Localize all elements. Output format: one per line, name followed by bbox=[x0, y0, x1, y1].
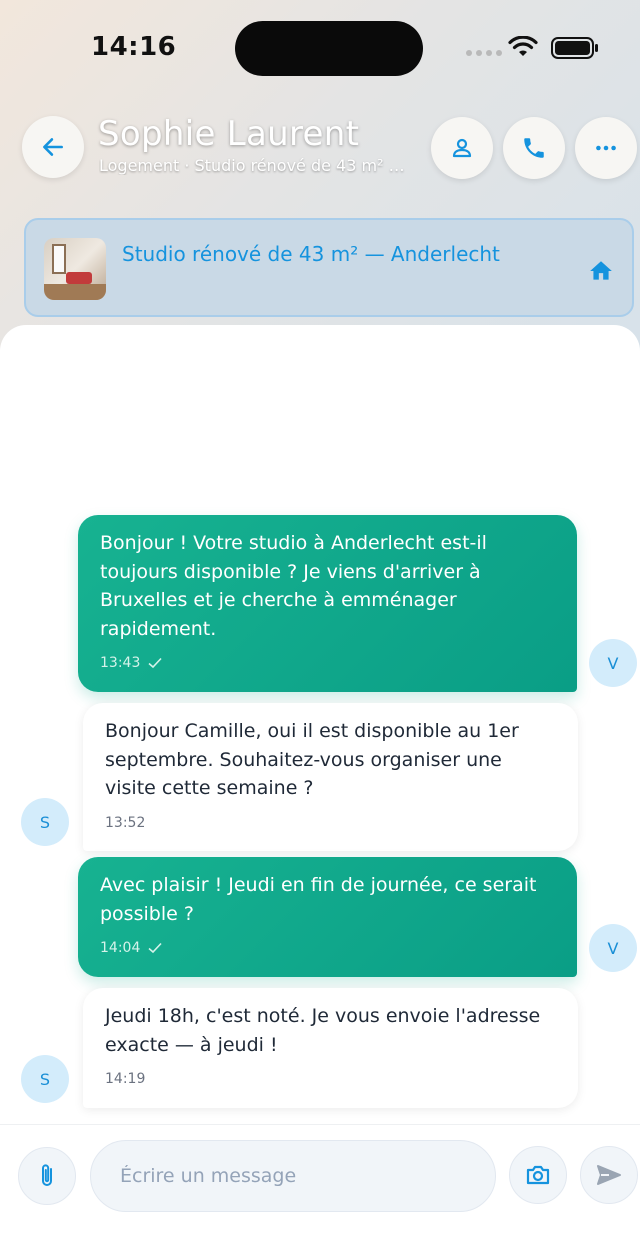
paperclip-icon bbox=[42, 1164, 52, 1186]
message-composer bbox=[0, 1124, 640, 1235]
message-list[interactable]: Bonjour ! Votre studio à Anderlecht est-… bbox=[0, 325, 640, 1125]
attach-button[interactable] bbox=[18, 1147, 76, 1205]
message-meta: 13:43 bbox=[100, 649, 555, 678]
listing-title: Studio rénové de 43 m² — Anderlecht bbox=[122, 242, 500, 266]
contact-name: Sophie Laurent bbox=[98, 114, 360, 154]
wifi-icon bbox=[508, 36, 538, 56]
avatar: V bbox=[589, 639, 637, 687]
home-icon bbox=[590, 261, 612, 280]
profile-button[interactable] bbox=[431, 117, 493, 179]
dynamic-island bbox=[235, 21, 423, 76]
check-icon bbox=[148, 658, 162, 669]
message-bubble-incoming: Jeudi 18h, c'est noté. Je vous envoie l'… bbox=[83, 988, 578, 1108]
avatar: V bbox=[589, 924, 637, 972]
message-text: Bonjour Camille, oui il est disponible a… bbox=[105, 720, 519, 799]
message-time: 14:19 bbox=[105, 1071, 146, 1087]
more-horizontal-icon bbox=[596, 145, 616, 151]
message-bubble-incoming: Bonjour Camille, oui il est disponible a… bbox=[83, 703, 578, 851]
phone-icon bbox=[524, 138, 544, 158]
message-time: 14:04 bbox=[100, 940, 141, 956]
message-text: Avec plaisir ! Jeudi en fin de journée, … bbox=[100, 874, 537, 925]
message-meta: 13:52 bbox=[105, 809, 556, 838]
message-meta: 14:19 bbox=[105, 1065, 556, 1094]
message-input[interactable] bbox=[90, 1140, 496, 1212]
avatar: S bbox=[21, 798, 69, 846]
message-text: Bonjour ! Votre studio à Anderlecht est-… bbox=[100, 532, 487, 640]
message-meta: 14:04 bbox=[100, 934, 555, 963]
status-bar: 14:16 bbox=[0, 0, 640, 90]
message-bubble-outgoing: Avec plaisir ! Jeudi en fin de journée, … bbox=[78, 857, 577, 977]
check-icon bbox=[148, 943, 162, 954]
more-options-button[interactable] bbox=[575, 117, 637, 179]
camera-icon bbox=[526, 1165, 550, 1185]
status-time: 14:16 bbox=[91, 32, 177, 62]
arrow-left-icon bbox=[43, 138, 63, 156]
listing-thumbnail bbox=[44, 238, 106, 300]
battery-icon bbox=[551, 37, 598, 59]
camera-button[interactable] bbox=[509, 1146, 567, 1204]
listing-card[interactable]: Studio rénové de 43 m² — Anderlecht bbox=[24, 218, 634, 317]
message-text: Jeudi 18h, c'est noté. Je vous envoie l'… bbox=[105, 1005, 541, 1056]
message-bubble-outgoing: Bonjour ! Votre studio à Anderlecht est-… bbox=[78, 515, 577, 692]
conversation-subtitle: Logement · Studio rénové de 43 m² — Ande… bbox=[99, 156, 409, 175]
person-icon bbox=[452, 138, 472, 158]
avatar: S bbox=[21, 1055, 69, 1103]
message-time: 13:43 bbox=[100, 655, 141, 671]
send-button[interactable] bbox=[580, 1146, 638, 1204]
send-icon bbox=[597, 1165, 621, 1185]
message-time: 13:52 bbox=[105, 814, 146, 831]
back-button[interactable] bbox=[22, 116, 84, 178]
call-button[interactable] bbox=[503, 117, 565, 179]
signal-icon bbox=[466, 50, 502, 56]
